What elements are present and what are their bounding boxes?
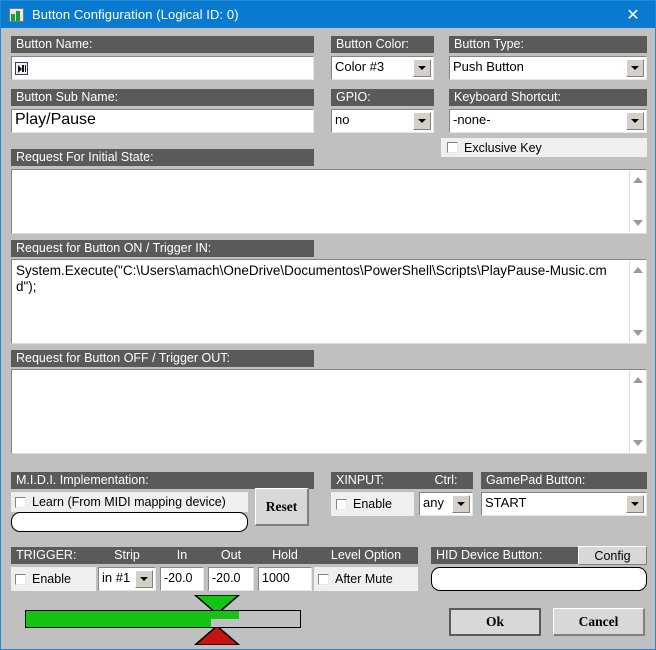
button-on-value: System.Execute("C:\Users\amach\OneDrive\…	[16, 263, 607, 294]
xinput-enable-label: Enable	[353, 497, 392, 511]
chevron-down-icon[interactable]	[452, 495, 470, 513]
gpio-value: no	[335, 112, 350, 127]
button-on-label: Request for Button ON / Trigger IN:	[11, 240, 314, 257]
trigger-level-option-label: Level Option	[314, 547, 418, 564]
button-sub-name-input[interactable]: Play/Pause	[11, 109, 314, 133]
trigger-hold-input[interactable]: 1000	[258, 567, 312, 591]
button-color-value: Color #3	[335, 59, 385, 74]
chevron-down-icon[interactable]	[413, 112, 431, 130]
xinput-enable-row[interactable]: Enable	[331, 492, 414, 516]
button-on-textarea[interactable]: System.Execute("C:\Users\amach\OneDrive\…	[11, 259, 647, 344]
button-name-label: Button Name:	[11, 36, 314, 53]
midi-label: M.I.D.I. Implementation:	[11, 472, 314, 489]
button-off-scrollbar[interactable]	[629, 371, 645, 452]
button-name-input[interactable]	[11, 56, 314, 80]
button-type-label: Button Type:	[449, 36, 647, 53]
after-mute-row[interactable]: After Mute	[314, 567, 418, 591]
trigger-strip-select[interactable]: in #1	[98, 567, 156, 591]
gpio-label: GPIO:	[331, 89, 434, 106]
button-configuration-window: Button Configuration (Logical ID: 0) ✕ B…	[0, 0, 656, 650]
chevron-down-icon[interactable]	[135, 570, 153, 588]
button-type-value: Push Button	[453, 59, 524, 74]
gamepad-button-value: START	[485, 495, 527, 510]
scroll-down-icon[interactable]	[630, 436, 645, 450]
button-on-scrollbar[interactable]	[629, 261, 645, 342]
trigger-strip-label: Strip	[96, 547, 158, 564]
exclusive-key-label: Exclusive Key	[464, 140, 542, 155]
close-icon[interactable]: ✕	[611, 1, 655, 28]
chevron-down-icon[interactable]	[626, 59, 644, 77]
midi-learn-checkbox[interactable]	[15, 496, 26, 508]
xinput-enable-checkbox[interactable]	[336, 498, 347, 510]
cancel-button[interactable]: Cancel	[553, 608, 645, 636]
xinput-ctrl-value: any	[423, 495, 444, 510]
trigger-in-input[interactable]: -20.0	[160, 567, 204, 591]
meter-track	[25, 610, 301, 628]
button-color-select[interactable]: Color #3	[331, 56, 434, 80]
initial-state-scrollbar[interactable]	[629, 171, 645, 232]
scroll-up-icon[interactable]	[630, 173, 645, 187]
button-off-textarea[interactable]	[11, 369, 647, 454]
trigger-in-label: In	[158, 547, 206, 564]
gamepad-button-label: GamePad Button:	[481, 472, 647, 489]
trigger-label: TRIGGER:	[11, 547, 96, 564]
level-meter	[21, 595, 311, 645]
keyboard-shortcut-label: Keyboard Shortcut:	[449, 89, 647, 106]
chevron-down-icon[interactable]	[626, 112, 644, 130]
play-pause-glyph-icon	[15, 61, 28, 75]
midi-reset-button[interactable]: Reset	[255, 488, 309, 526]
hid-device-button-input[interactable]	[431, 567, 647, 591]
initial-state-label: Request For Initial State:	[11, 149, 314, 166]
exclusive-key-checkbox[interactable]	[447, 142, 458, 153]
ok-button[interactable]: Ok	[449, 608, 541, 636]
meter-fill-peak	[26, 611, 239, 619]
midi-mapping-input[interactable]	[11, 512, 248, 532]
trigger-hold-label: Hold	[256, 547, 314, 564]
exclusive-key-row[interactable]: Exclusive Key	[441, 138, 647, 157]
gpio-select[interactable]: no	[331, 109, 434, 133]
trigger-strip-value: in #1	[102, 570, 131, 585]
chevron-down-icon[interactable]	[413, 59, 431, 77]
trigger-enable-label: Enable	[32, 572, 71, 586]
xinput-ctrl-label: Ctrl:	[419, 472, 473, 489]
trigger-enable-row[interactable]: Enable	[11, 567, 96, 591]
xinput-ctrl-select[interactable]: any	[419, 492, 473, 516]
button-off-label: Request for Button OFF / Trigger OUT:	[11, 350, 314, 367]
scroll-up-icon[interactable]	[630, 373, 645, 387]
trigger-out-input[interactable]: -20.0	[208, 567, 254, 591]
scroll-down-icon[interactable]	[630, 326, 645, 340]
midi-learn-label: Learn (From MIDI mapping device)	[32, 495, 226, 509]
app-window-icon	[9, 7, 24, 22]
initial-state-textarea[interactable]	[11, 169, 647, 234]
trigger-enable-checkbox[interactable]	[15, 573, 26, 585]
scroll-down-icon[interactable]	[630, 216, 645, 230]
scroll-up-icon[interactable]	[630, 263, 645, 277]
chevron-down-icon[interactable]	[626, 495, 644, 513]
keyboard-shortcut-value: -none-	[453, 112, 491, 127]
meter-marker-bottom-icon[interactable]	[193, 625, 241, 645]
hid-device-button-label: HID Device Button:	[431, 547, 578, 564]
after-mute-label: After Mute	[335, 572, 393, 586]
hid-config-button[interactable]: Config	[578, 546, 647, 565]
gamepad-button-select[interactable]: START	[481, 492, 647, 516]
button-color-label: Button Color:	[331, 36, 434, 53]
keyboard-shortcut-select[interactable]: -none-	[449, 109, 647, 133]
midi-learn-row[interactable]: Learn (From MIDI mapping device)	[11, 492, 248, 512]
button-sub-name-label: Button Sub Name:	[11, 89, 314, 106]
after-mute-checkbox[interactable]	[318, 573, 329, 585]
trigger-out-label: Out	[206, 547, 256, 564]
window-title: Button Configuration (Logical ID: 0)	[32, 7, 239, 22]
button-type-select[interactable]: Push Button	[449, 56, 647, 80]
title-bar: Button Configuration (Logical ID: 0) ✕	[1, 1, 655, 28]
